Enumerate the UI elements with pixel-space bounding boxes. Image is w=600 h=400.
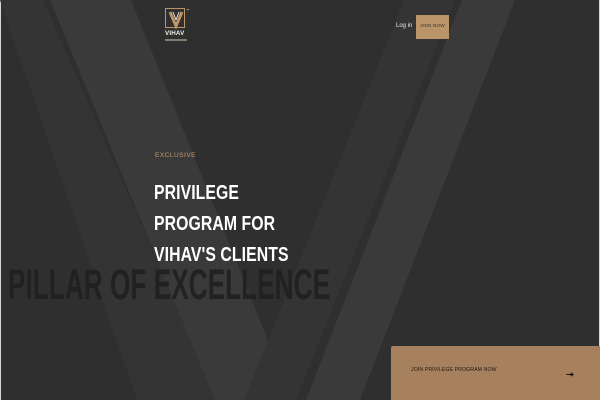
background-slogan: PILLAR OF EXCELLENCE: [8, 261, 331, 309]
vihav-logo[interactable]: ™ VIHAV: [165, 8, 190, 44]
logo-tagline-bar: [165, 39, 187, 41]
join-program-label: JOIN PRIVILEGE PROGRAM NOW: [411, 367, 497, 373]
hero-headline: PRIVILEGE PROGRAM FOR VIHAV'S CLIENTS: [154, 178, 320, 271]
login-link[interactable]: Log in: [396, 22, 412, 30]
hero-kicker: EXCLUSIVE: [155, 152, 196, 159]
landing-page: ™ VIHAV Log in JOIN NOW EXCLUSIVE PRIVIL…: [0, 0, 600, 400]
vihav-v-mark: [165, 8, 185, 30]
trademark-symbol: ™: [186, 8, 190, 13]
join-program-panel[interactable]: JOIN PRIVILEGE PROGRAM NOW: [391, 346, 600, 400]
logo-wordmark: VIHAV: [165, 30, 185, 37]
hero-headline-line-1: PRIVILEGE PROGRAM FOR: [154, 182, 276, 235]
join-now-button[interactable]: JOIN NOW: [416, 15, 449, 39]
arrow-right-icon: [566, 372, 574, 377]
